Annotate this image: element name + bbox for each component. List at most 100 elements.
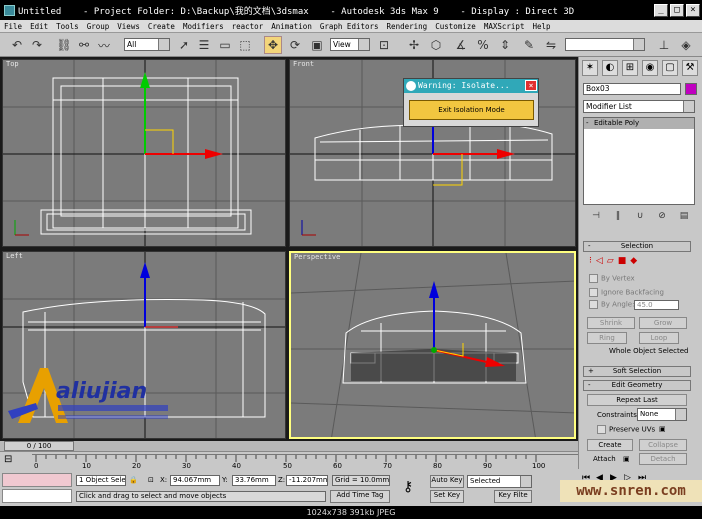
menu-graph-editors[interactable]: Graph Editors	[320, 22, 379, 31]
by-vertex-checkbox[interactable]: By Vertex	[589, 274, 635, 283]
reference-coordinate-dropdown[interactable]: View	[330, 38, 370, 51]
edit-named-selections-icon[interactable]: ✎	[520, 36, 538, 54]
viewport-perspective[interactable]: Perspective	[289, 251, 576, 439]
create-tab-icon[interactable]: ✶	[582, 60, 598, 76]
object-color-swatch[interactable]	[685, 83, 697, 95]
select-and-manipulate-icon[interactable]: ✢	[405, 36, 423, 54]
by-angle-checkbox[interactable]: By Angle:	[589, 300, 634, 309]
close-button[interactable]: ×	[686, 3, 700, 17]
pin-stack-icon[interactable]: ⊣	[587, 207, 605, 225]
ring-button[interactable]: Ring	[587, 332, 627, 344]
snaps-toggle-icon[interactable]: ⬡	[427, 36, 445, 54]
object-name-field[interactable]: Box03	[583, 83, 681, 95]
menu-file[interactable]: File	[4, 22, 22, 31]
select-and-move-icon[interactable]: ✥	[264, 36, 282, 54]
ignore-backfacing-checkbox[interactable]: Ignore Backfacing	[589, 288, 664, 297]
modifier-list-dropdown[interactable]: Modifier List	[583, 100, 695, 113]
pivot-center-icon[interactable]: ⊡	[375, 36, 393, 54]
minimize-button[interactable]: _	[654, 3, 668, 17]
selection-lock-icon[interactable]: 🔒	[129, 476, 138, 484]
display-tab-icon[interactable]: ▢	[662, 60, 678, 76]
y-coordinate-field[interactable]: 33.76mm	[232, 475, 276, 486]
rectangular-selection-icon[interactable]: ▭	[216, 36, 234, 54]
subobject-level-icons[interactable]: ⁝◁▱■◆	[589, 256, 641, 266]
menu-edit[interactable]: Edit	[30, 22, 48, 31]
select-by-name-icon[interactable]: ☰	[195, 36, 213, 54]
menu-rendering[interactable]: Rendering	[387, 22, 428, 31]
angle-snap-icon[interactable]: ∡	[452, 36, 470, 54]
menu-views[interactable]: Views	[117, 22, 140, 31]
select-object-icon[interactable]: ➚	[175, 36, 193, 54]
track-bar[interactable]	[32, 454, 578, 470]
align-icon[interactable]: ⊥	[655, 36, 673, 54]
menu-reactor[interactable]: reactor	[232, 22, 264, 31]
warning-title-bar[interactable]: Warning: Isolate... ×	[404, 79, 538, 93]
create-button[interactable]: Create	[587, 439, 633, 451]
grow-button[interactable]: Grow	[639, 317, 687, 329]
soft-selection-rollout-header[interactable]: + Soft Selection	[583, 366, 691, 377]
time-slider-track[interactable]: 0 / 100	[0, 441, 578, 452]
viewport-label-perspective[interactable]: Perspective	[294, 253, 340, 261]
viewport-label-top[interactable]: Top	[6, 60, 19, 68]
menu-animation[interactable]: Animation	[271, 22, 312, 31]
time-slider[interactable]: 0 / 100	[4, 441, 74, 451]
x-coordinate-field[interactable]: 94.067mm	[170, 475, 220, 486]
remove-modifier-icon[interactable]: ⊘	[653, 207, 671, 225]
maxscript-listener[interactable]	[2, 473, 72, 487]
make-unique-icon[interactable]: ∪	[631, 207, 649, 225]
maxscript-input[interactable]	[2, 489, 72, 503]
modify-tab-icon[interactable]: ◐	[602, 60, 618, 76]
edit-geometry-rollout-header[interactable]: - Edit Geometry	[583, 380, 691, 391]
attach-button[interactable]: Attach	[593, 455, 616, 463]
key-filters-button[interactable]: Key Filte	[494, 490, 532, 503]
utilities-tab-icon[interactable]: ⚒	[682, 60, 698, 76]
selection-rollout-header[interactable]: - Selection	[583, 241, 691, 252]
app-icon[interactable]	[4, 4, 15, 16]
named-selection-dropdown[interactable]	[565, 38, 645, 51]
warning-close-icon[interactable]: ×	[525, 80, 537, 91]
motion-tab-icon[interactable]: ◉	[642, 60, 658, 76]
unlink-icon[interactable]: ⚯	[75, 36, 93, 54]
hierarchy-tab-icon[interactable]: ⊞	[622, 60, 638, 76]
menu-create[interactable]: Create	[148, 22, 175, 31]
maximize-button[interactable]: □	[670, 3, 684, 17]
track-bar-icon[interactable]: ⊟	[4, 454, 12, 465]
menu-help[interactable]: Help	[532, 22, 550, 31]
set-key-button[interactable]: Set Key	[430, 490, 464, 503]
angle-spinner[interactable]: 45.0	[634, 300, 679, 310]
constraints-dropdown[interactable]: None	[637, 408, 687, 421]
select-and-scale-icon[interactable]: ▣	[308, 36, 326, 54]
z-coordinate-field[interactable]: -11.207mm	[286, 475, 328, 486]
viewport-label-front[interactable]: Front	[293, 60, 314, 68]
spinner-snap-icon[interactable]: ⇕	[496, 36, 514, 54]
collapse-button[interactable]: Collapse	[639, 439, 687, 451]
collapse-toggle[interactable]: -	[586, 118, 589, 129]
mirror-icon[interactable]: ⇋	[542, 36, 560, 54]
layer-manager-icon[interactable]: ◈	[677, 36, 695, 54]
percent-snap-icon[interactable]: %	[474, 36, 492, 54]
menu-tools[interactable]: Tools	[56, 22, 79, 31]
select-and-rotate-icon[interactable]: ⟳	[286, 36, 304, 54]
select-link-icon[interactable]: ⛓	[55, 36, 73, 54]
absolute-mode-icon[interactable]: ⊡	[148, 476, 154, 484]
attach-list-icon[interactable]: ▣	[623, 455, 630, 463]
viewport-label-left[interactable]: Left	[6, 252, 23, 260]
detach-button[interactable]: Detach	[639, 453, 687, 465]
preserve-uvs-checkbox[interactable]: Preserve UVs	[597, 425, 655, 434]
loop-button[interactable]: Loop	[639, 332, 679, 344]
bind-space-warp-icon[interactable]: 〰	[95, 36, 113, 54]
exit-isolation-mode-button[interactable]: Exit Isolation Mode	[409, 100, 534, 120]
stack-item-editable-poly[interactable]: - Editable Poly	[584, 118, 694, 129]
menu-modifiers[interactable]: Modifiers	[183, 22, 224, 31]
set-key-mode-icon[interactable]: ⚷	[403, 479, 413, 495]
menu-maxscript[interactable]: MAXScript	[484, 22, 525, 31]
menu-customize[interactable]: Customize	[435, 22, 476, 31]
window-crossing-icon[interactable]: ⬚	[236, 36, 254, 54]
viewport-top[interactable]: Top	[2, 59, 286, 247]
key-mode-dropdown[interactable]: Selected	[467, 475, 532, 488]
add-time-tag-button[interactable]: Add Time Tag	[330, 490, 390, 503]
auto-key-button[interactable]: Auto Key	[430, 475, 464, 488]
menu-group[interactable]: Group	[87, 22, 110, 31]
preserve-uvs-settings-icon[interactable]: ▣	[659, 425, 666, 433]
repeat-last-button[interactable]: Repeat Last	[587, 394, 687, 406]
